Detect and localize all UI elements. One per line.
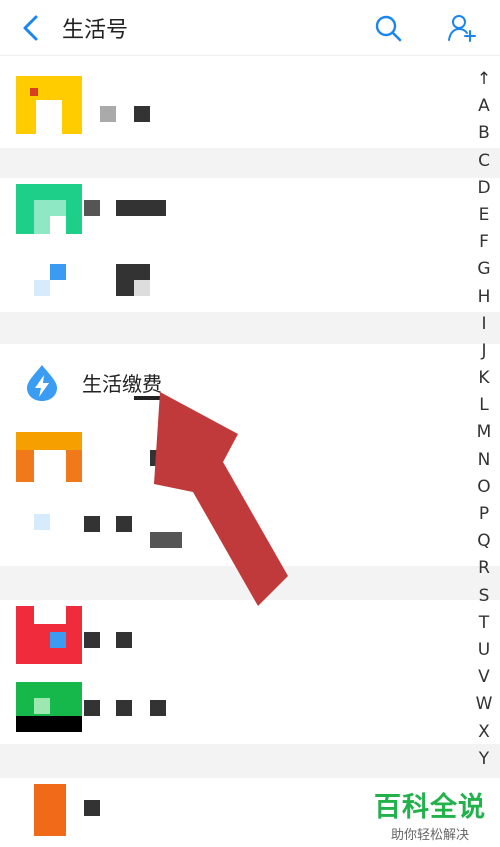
- search-icon: [375, 15, 402, 42]
- list-item[interactable]: [0, 250, 470, 312]
- list-item[interactable]: [0, 62, 470, 148]
- index-letter[interactable]: W: [472, 691, 496, 718]
- blurred-name: [134, 280, 150, 296]
- blurred-name: [116, 516, 132, 532]
- blurred-name: [116, 632, 132, 648]
- watermark-subtitle: 助你轻松解决: [390, 828, 469, 843]
- section-divider: [0, 744, 500, 778]
- blurred-name: [84, 632, 100, 648]
- blurred-name: [84, 800, 100, 816]
- avatar-inner: [34, 698, 50, 714]
- top-bar: 生活号: [0, 0, 500, 56]
- avatar-base: [16, 716, 82, 732]
- index-letter[interactable]: E: [472, 202, 496, 229]
- list-item[interactable]: [0, 178, 470, 250]
- index-letter[interactable]: J: [472, 338, 496, 365]
- add-user-button[interactable]: [444, 10, 480, 46]
- avatar-dot: [50, 632, 66, 648]
- avatar-mask: [36, 100, 62, 134]
- index-letter[interactable]: Y: [472, 746, 496, 773]
- index-letter[interactable]: N: [472, 447, 496, 474]
- index-letter[interactable]: H: [472, 284, 496, 311]
- blurred-name: [150, 700, 166, 716]
- index-letter[interactable]: ↑: [472, 66, 496, 93]
- back-button[interactable]: [14, 10, 50, 46]
- watermark-title: 百科全说: [374, 792, 486, 823]
- blurred-name: [100, 106, 116, 122]
- index-letter[interactable]: D: [472, 175, 496, 202]
- blurred-name: [116, 700, 132, 716]
- blurred-name: [84, 700, 100, 716]
- section-divider: [0, 312, 500, 344]
- index-letter[interactable]: B: [472, 120, 496, 147]
- index-letter[interactable]: L: [472, 392, 496, 419]
- avatar-mask: [34, 450, 66, 482]
- index-letter[interactable]: M: [472, 419, 496, 446]
- index-letter[interactable]: F: [472, 229, 496, 256]
- avatar-dot: [30, 88, 38, 96]
- index-letter[interactable]: V: [472, 664, 496, 691]
- index-letter[interactable]: C: [472, 148, 496, 175]
- annotation-arrow: [154, 392, 288, 606]
- index-letter[interactable]: O: [472, 474, 496, 501]
- index-letter[interactable]: I: [472, 311, 496, 338]
- blurred-name: [116, 200, 166, 216]
- index-letter[interactable]: G: [472, 256, 496, 283]
- avatar: [34, 514, 50, 530]
- search-button[interactable]: [370, 10, 406, 46]
- index-letter[interactable]: U: [472, 637, 496, 664]
- avatar: [50, 264, 66, 280]
- water-drop-bolt-icon: [27, 365, 57, 401]
- blurred-name: [84, 200, 100, 216]
- index-letter[interactable]: R: [472, 555, 496, 582]
- section-divider: [0, 148, 500, 178]
- index-letter[interactable]: Q: [472, 528, 496, 555]
- index-letter[interactable]: T: [472, 610, 496, 637]
- avatar-mask: [34, 606, 66, 624]
- add-user-icon: [448, 15, 476, 42]
- avatar: [34, 280, 50, 296]
- list-item[interactable]: [0, 672, 470, 744]
- index-letter[interactable]: K: [472, 365, 496, 392]
- page-title: 生活号: [62, 18, 129, 43]
- blurred-name: [84, 516, 100, 532]
- index-letter[interactable]: A: [472, 93, 496, 120]
- index-letter[interactable]: X: [472, 719, 496, 746]
- alphabet-index[interactable]: ↑ A B C D E F G H I J K L M N O P Q R S …: [472, 66, 496, 773]
- watermark: 百科全说 助你轻松解决: [370, 785, 490, 843]
- index-letter[interactable]: S: [472, 583, 496, 610]
- avatar: [34, 784, 66, 836]
- avatar-mask: [50, 216, 66, 234]
- blurred-name: [134, 106, 150, 122]
- chevron-left-icon: [23, 15, 38, 41]
- index-letter[interactable]: P: [472, 501, 496, 528]
